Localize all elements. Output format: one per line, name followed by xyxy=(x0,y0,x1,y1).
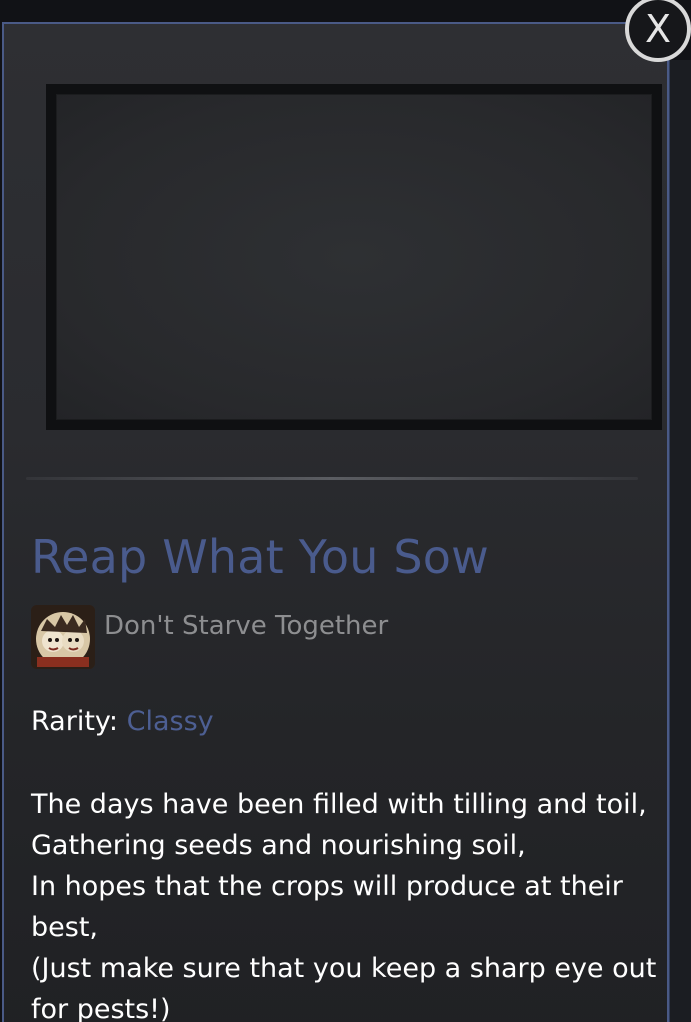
item-description: The days have been filled with tilling a… xyxy=(31,784,657,1022)
description-line: best, xyxy=(31,912,98,943)
item-detail-card: Reap What You Sow Don't Starve Together … xyxy=(2,22,669,1022)
item-detail-overlay: Reap What You Sow Don't Starve Together … xyxy=(0,0,691,1022)
description-line: (Just make sure that you keep a sharp ey… xyxy=(31,953,657,984)
item-preview-image xyxy=(46,84,662,430)
close-icon: X xyxy=(644,7,672,51)
game-name[interactable]: Don't Starve Together xyxy=(104,611,388,641)
close-button[interactable]: X xyxy=(625,0,691,62)
rarity-value: Classy xyxy=(126,706,214,737)
rarity-label: Rarity: xyxy=(31,706,119,737)
section-divider xyxy=(26,477,638,480)
description-line: The days have been filled with tilling a… xyxy=(31,789,647,820)
background-panel-edge xyxy=(669,60,691,1022)
game-icon xyxy=(31,605,95,669)
description-line: In hopes that the crops will produce at … xyxy=(31,871,623,902)
description-line: Gathering seeds and nourishing soil, xyxy=(31,830,526,861)
item-title: Reap What You Sow xyxy=(31,530,489,584)
rarity-line: Rarity: Classy xyxy=(31,706,214,737)
description-line: for pests!) xyxy=(31,994,171,1022)
game-info: Don't Starve Together xyxy=(31,605,388,669)
